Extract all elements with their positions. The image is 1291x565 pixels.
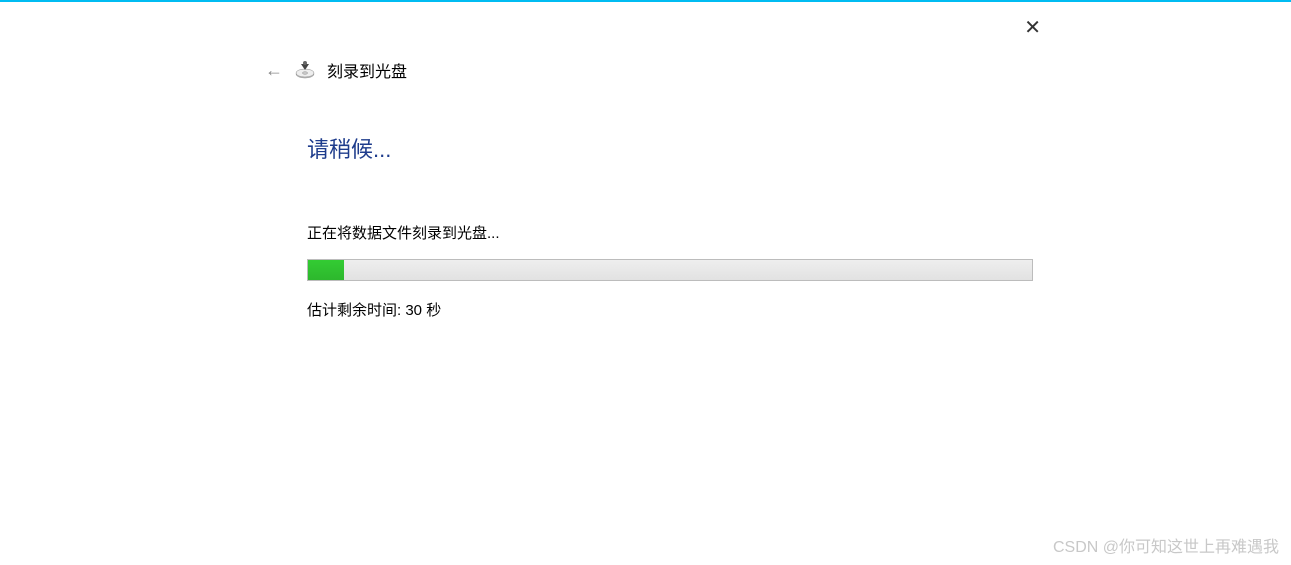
dialog-content: ← 刻录到光盘 请稍候... 正在将数据文件刻录到光盘... 估计剩余时间: 3… (265, 58, 1065, 320)
disc-icon (295, 60, 315, 80)
window-top-border (0, 0, 1291, 2)
status-text: 正在将数据文件刻录到光盘... (307, 222, 1065, 243)
dialog-title: 刻录到光盘 (327, 58, 407, 82)
back-arrow-icon[interactable]: ← (265, 61, 283, 79)
watermark-text: CSDN @你可知这世上再难遇我 (1053, 533, 1279, 557)
wait-heading: 请稍候... (307, 132, 1065, 164)
progress-bar (307, 259, 1033, 281)
dialog-header: ← 刻录到光盘 (265, 58, 1065, 82)
dialog-main: 请稍候... 正在将数据文件刻录到光盘... 估计剩余时间: 30 秒 (307, 132, 1065, 320)
close-button[interactable]: ✕ (1024, 18, 1041, 38)
time-remaining-label: 估计剩余时间: 30 秒 (307, 299, 1065, 320)
progress-fill (308, 260, 344, 280)
